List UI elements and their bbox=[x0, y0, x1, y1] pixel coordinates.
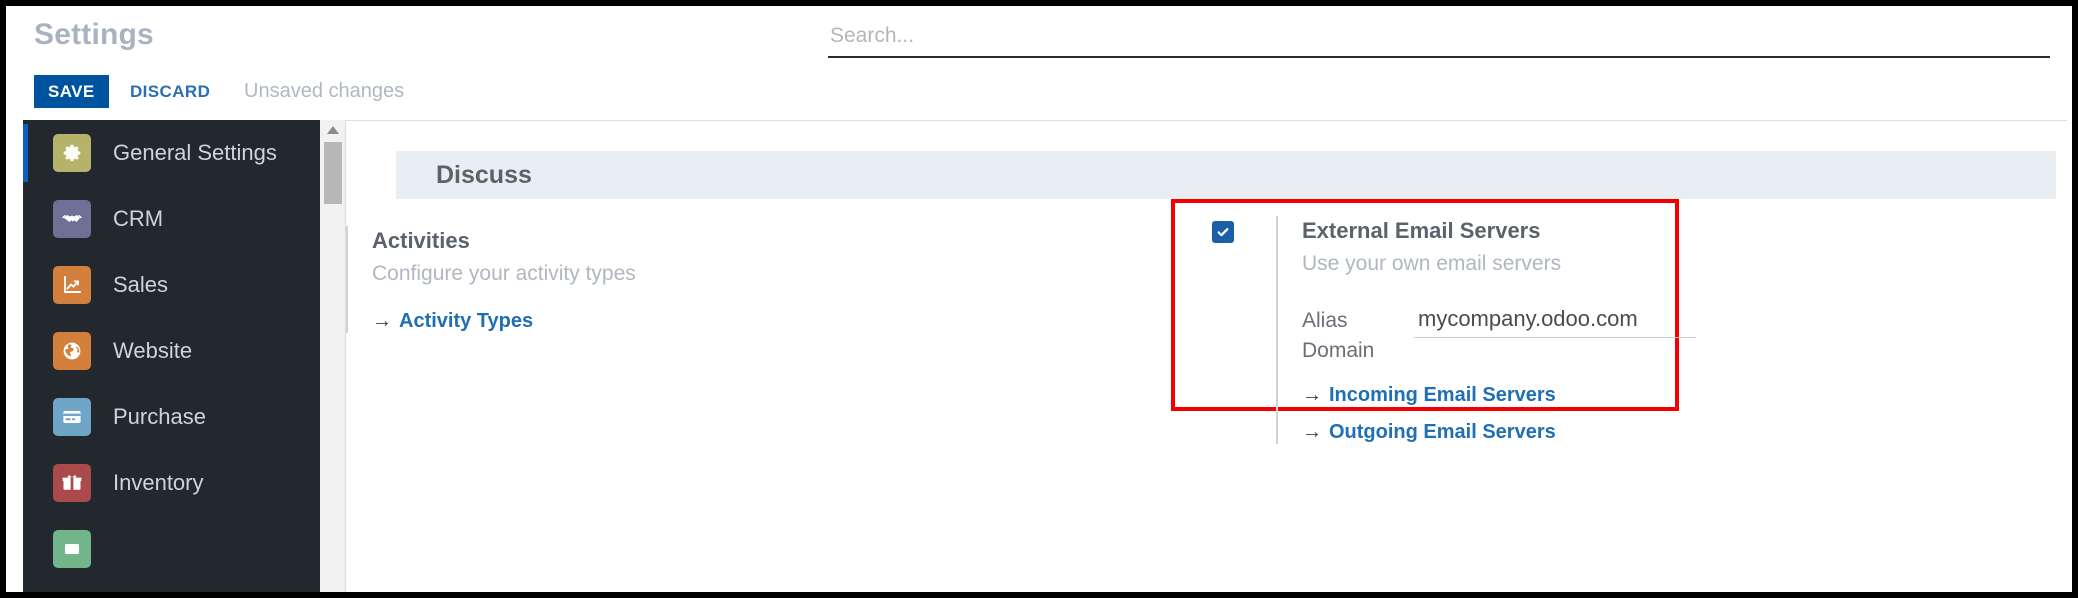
box-icon bbox=[53, 464, 91, 502]
activity-types-link[interactable]: → Activity Types bbox=[372, 310, 533, 333]
arrow-right-icon: → bbox=[1302, 384, 1322, 406]
sidebar-item-inventory[interactable]: Inventory bbox=[23, 450, 320, 516]
content-scrollbar[interactable] bbox=[320, 120, 346, 592]
section-title: Discuss bbox=[436, 160, 532, 189]
sidebar-item-partial[interactable] bbox=[23, 516, 320, 582]
sidebar-item-purchase[interactable]: Purchase bbox=[23, 384, 320, 450]
external-email-servers-title: External Email Servers bbox=[1302, 218, 1541, 243]
sidebar-item-website[interactable]: Website bbox=[23, 318, 320, 384]
outgoing-email-servers-link-label: Outgoing Email Servers bbox=[1329, 421, 1556, 443]
sidebar-item-label: General Settings bbox=[113, 140, 277, 165]
sidebar-item-label: Purchase bbox=[113, 404, 206, 429]
sidebar-item-sales[interactable]: Sales bbox=[23, 252, 320, 318]
scrollbar-thumb[interactable] bbox=[324, 142, 342, 204]
outgoing-email-servers-link[interactable]: → Outgoing Email Servers bbox=[1302, 421, 1696, 444]
chart-icon bbox=[53, 266, 91, 304]
sidebar-item-label: Inventory bbox=[113, 470, 204, 495]
arrow-right-icon: → bbox=[1302, 421, 1322, 443]
external-email-servers-body: External Email Servers Use your own emai… bbox=[1276, 216, 1696, 444]
card-icon bbox=[53, 398, 91, 436]
discard-button[interactable]: DISCARD bbox=[130, 75, 210, 108]
sidebar-item-general-settings[interactable]: General Settings bbox=[23, 120, 320, 186]
scroll-up-arrow-icon[interactable] bbox=[327, 126, 339, 134]
app-window: Settings SAVE DISCARD Unsaved changes Ge… bbox=[12, 12, 2072, 592]
alias-domain-row: Alias Domain bbox=[1302, 306, 1696, 366]
search-container bbox=[828, 20, 2050, 60]
sidebar-item-label: Sales bbox=[113, 272, 169, 297]
section-header-discuss: Discuss bbox=[396, 151, 2056, 199]
unsaved-changes-status: Unsaved changes bbox=[244, 80, 405, 102]
settings-content: Discuss Activities Configure your activi… bbox=[346, 120, 2067, 592]
setting-activities: Activities Configure your activity types… bbox=[346, 226, 1006, 333]
activity-types-link-label: Activity Types bbox=[399, 310, 534, 332]
action-toolbar: SAVE DISCARD Unsaved changes bbox=[12, 64, 2072, 120]
arrow-right-icon: → bbox=[372, 310, 392, 332]
sidebar-item-label: Website bbox=[113, 338, 193, 363]
page-title: Settings bbox=[34, 18, 154, 51]
sidebar-item-crm[interactable]: CRM bbox=[23, 186, 320, 252]
screenshot-frame: Settings SAVE DISCARD Unsaved changes Ge… bbox=[0, 0, 2078, 598]
handshake-icon bbox=[53, 200, 91, 238]
setting-external-email-servers: External Email Servers Use your own emai… bbox=[1212, 216, 1696, 444]
email-server-links: → Incoming Email Servers → Outgoing Emai… bbox=[1302, 384, 1696, 444]
sidebar-item-label: CRM bbox=[113, 206, 164, 231]
external-email-servers-checkbox[interactable] bbox=[1212, 221, 1234, 243]
save-button[interactable]: SAVE bbox=[34, 75, 109, 108]
gear-icon bbox=[53, 134, 91, 172]
setting-activities-box: Activities Configure your activity types… bbox=[346, 226, 1006, 333]
setting-activities-title: Activities bbox=[372, 228, 470, 253]
incoming-email-servers-link[interactable]: → Incoming Email Servers bbox=[1302, 384, 1696, 407]
partial-icon bbox=[53, 530, 91, 568]
incoming-email-servers-link-label: Incoming Email Servers bbox=[1329, 384, 1556, 406]
alias-domain-input[interactable] bbox=[1414, 306, 1696, 338]
app-header: Settings bbox=[12, 12, 2072, 64]
setting-activities-description: Configure your activity types bbox=[372, 262, 636, 285]
globe-icon bbox=[53, 332, 91, 370]
search-input[interactable] bbox=[828, 20, 2050, 58]
external-email-servers-description: Use your own email servers bbox=[1302, 252, 1562, 275]
alias-domain-label: Alias Domain bbox=[1302, 309, 1375, 362]
settings-sidebar: General Settings CRM Sales Website Purch… bbox=[23, 120, 320, 592]
body-area: General Settings CRM Sales Website Purch… bbox=[12, 120, 2072, 592]
